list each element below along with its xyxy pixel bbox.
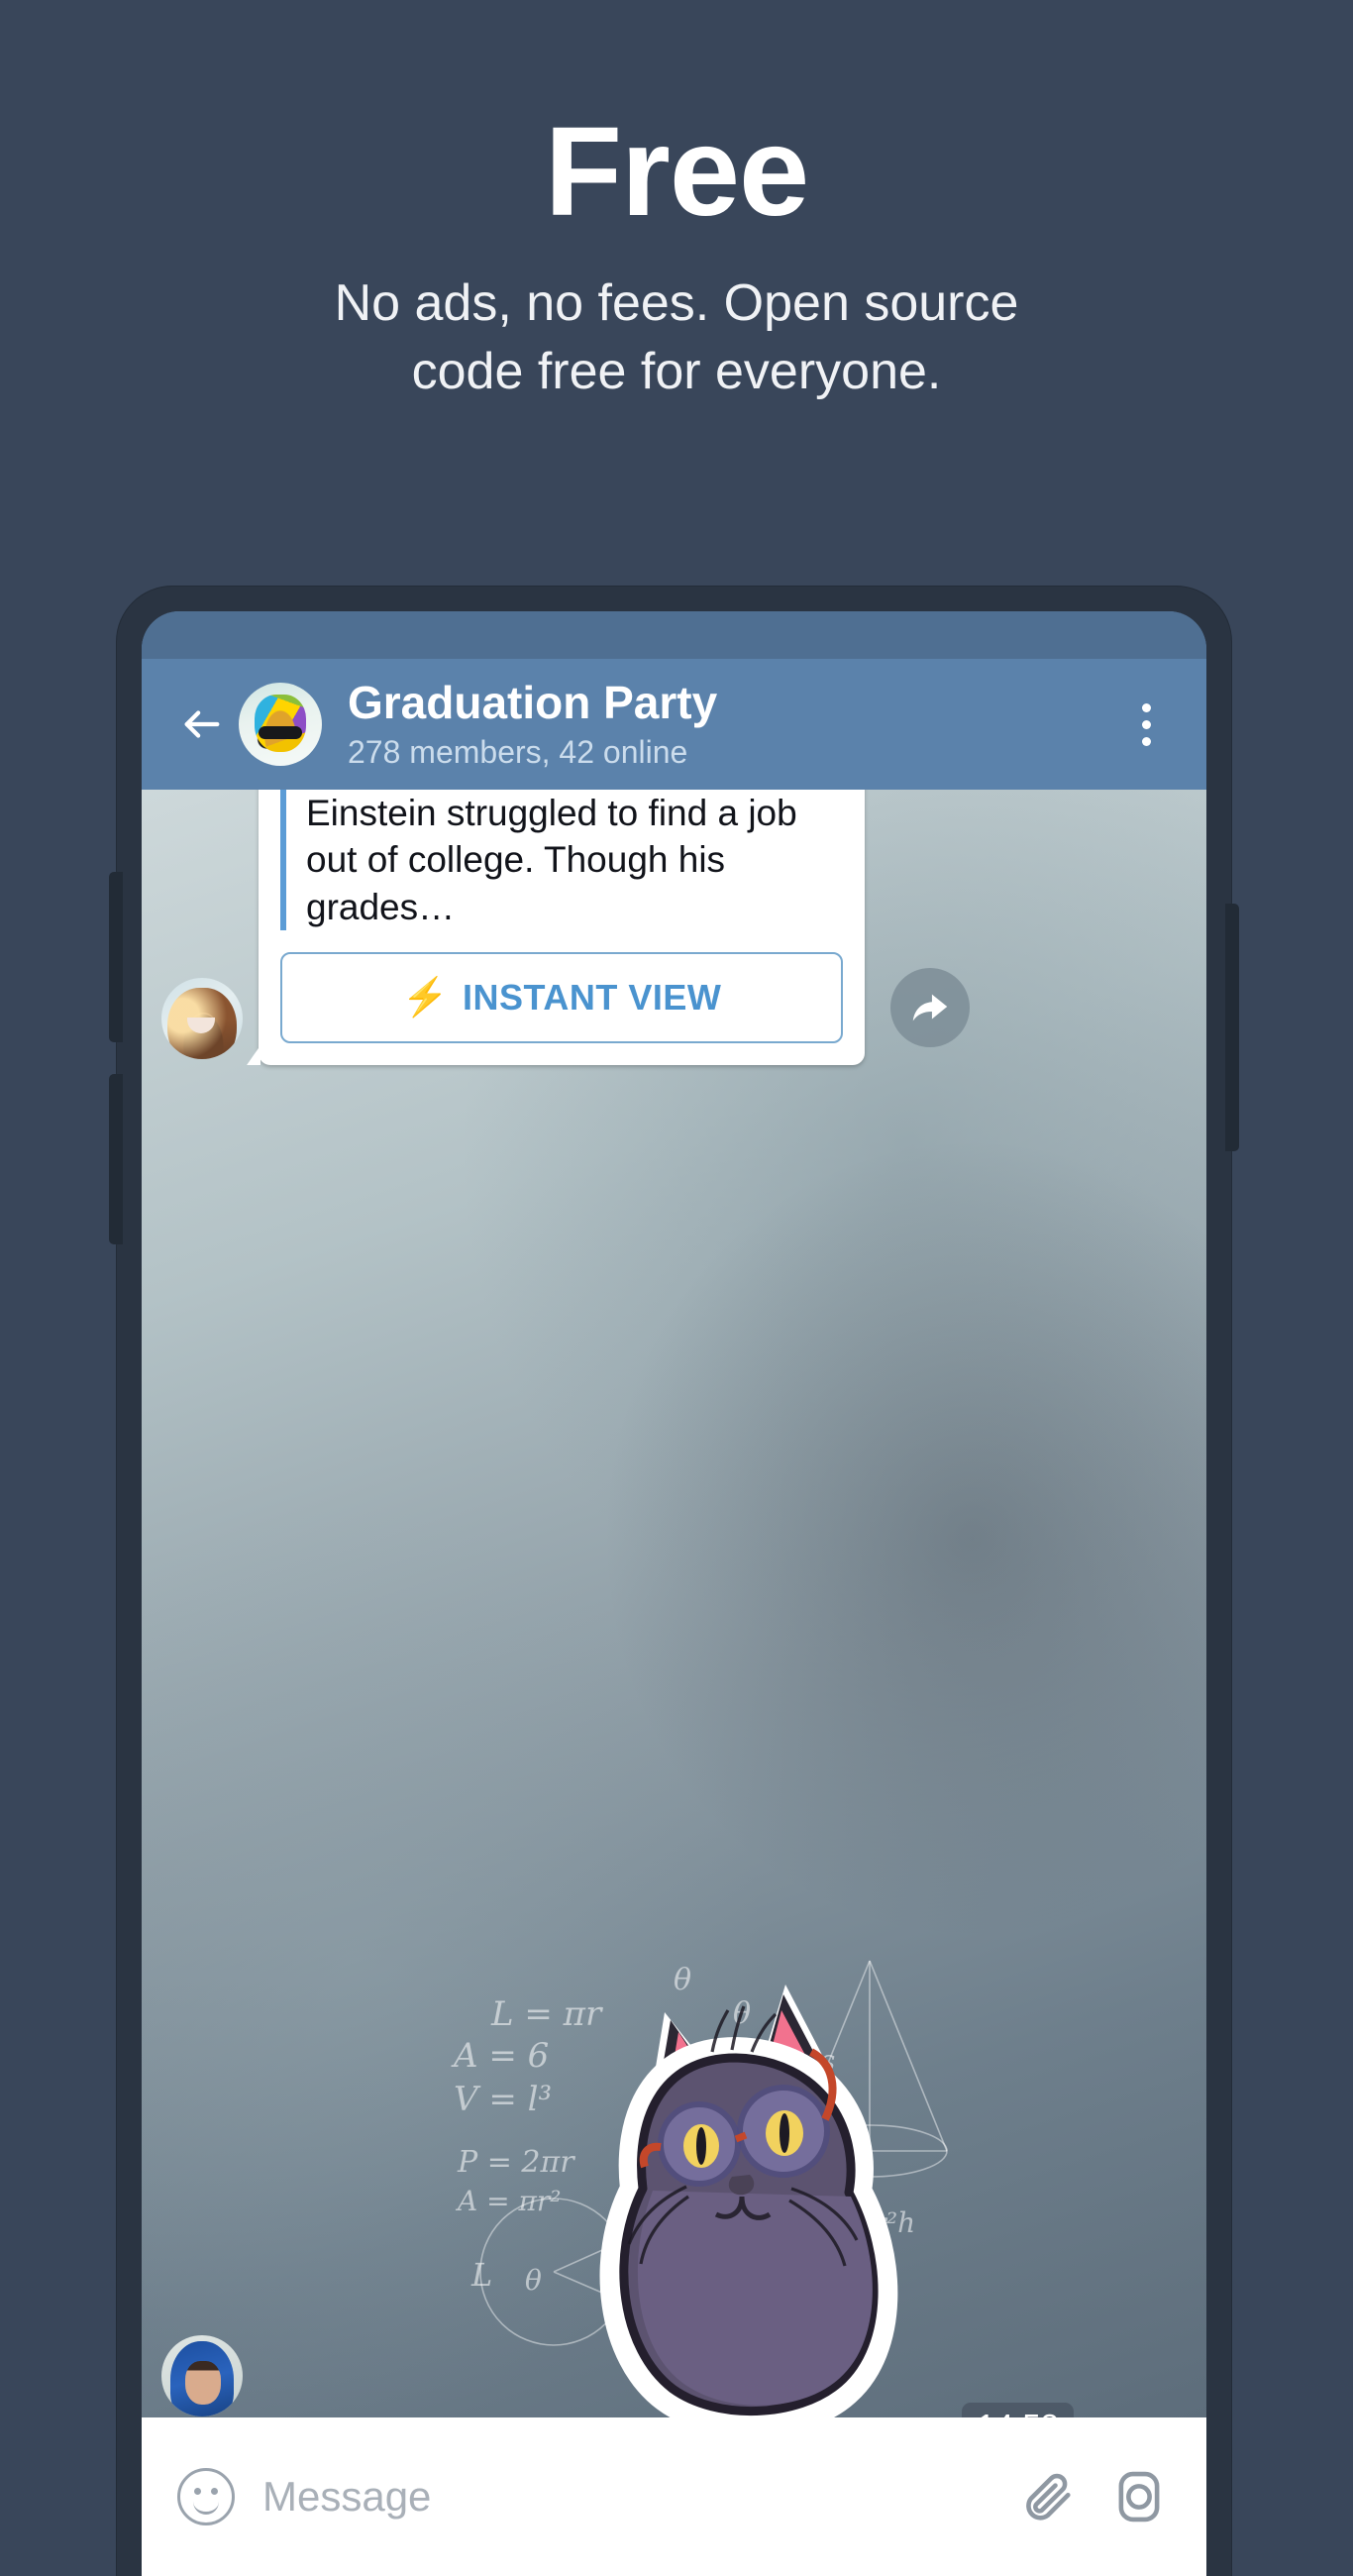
instant-view-label: INSTANT VIEW <box>463 977 722 1019</box>
attach-button[interactable] <box>1016 2465 1080 2528</box>
forward-arrow-icon <box>912 994 948 1021</box>
message-link-preview: Einstein struggled to find a job out of … <box>161 790 970 1066</box>
volume-up-button[interactable] <box>109 872 123 1042</box>
math-cat-sticker[interactable]: L = πr θ θ A = 6 V = l³ P = 2πr A = πr² … <box>454 1919 1074 2417</box>
volume-down-button[interactable] <box>109 1074 123 1244</box>
phone-mockup: Graduation Party 278 members, 42 online … <box>109 587 1239 2576</box>
chat-message-list[interactable]: Einstein struggled to find a job out of … <box>142 790 1206 2417</box>
link-preview-bubble[interactable]: Einstein struggled to find a job out of … <box>259 790 865 1066</box>
promo-subtitle-line-2: code free for everyone. <box>411 343 942 401</box>
cat-illustration-icon <box>599 1985 898 2417</box>
emoji-button[interactable] <box>177 2468 235 2525</box>
promo-header: Free No ads, no fees. Open source code f… <box>0 0 1353 406</box>
chat-header: Graduation Party 278 members, 42 online <box>142 659 1206 790</box>
back-button[interactable] <box>171 694 233 755</box>
instant-view-button[interactable]: ⚡ INSTANT VIEW <box>280 952 843 1044</box>
camera-button[interactable] <box>1107 2465 1171 2528</box>
camera-icon <box>1118 2471 1160 2522</box>
chat-menu-button[interactable] <box>1115 694 1177 755</box>
group-avatar[interactable] <box>239 683 322 766</box>
message-sticker <box>161 2335 243 2416</box>
lightning-bolt-icon: ⚡ <box>401 977 449 1020</box>
message-input-bar: Message <box>142 2417 1206 2576</box>
arrow-left-icon <box>184 710 220 738</box>
chat-status: 278 members, 42 online <box>348 733 688 770</box>
forward-button[interactable] <box>890 968 970 1048</box>
promo-title: Free <box>544 101 809 243</box>
sticker-timestamp: 14:58 <box>962 2403 1074 2417</box>
status-bar <box>142 611 1206 659</box>
avatar-smiling-woman[interactable] <box>161 978 243 1060</box>
chat-meta[interactable]: Graduation Party 278 members, 42 online <box>348 678 1115 771</box>
chat-title: Graduation Party <box>348 677 718 729</box>
promo-subtitle: No ads, no fees. Open source code free f… <box>0 269 1353 406</box>
promo-page: Free No ads, no fees. Open source code f… <box>0 0 1353 2576</box>
link-preview-quote: Einstein struggled to find a job out of … <box>280 790 843 931</box>
phone-screen: Graduation Party 278 members, 42 online … <box>142 611 1206 2576</box>
link-preview-text: Einstein struggled to find a job out of … <box>306 793 797 927</box>
promo-subtitle-line-1: No ads, no fees. Open source <box>334 274 1019 332</box>
power-button[interactable] <box>1225 904 1239 1151</box>
paperclip-icon <box>1026 2473 1071 2521</box>
message-input[interactable]: Message <box>262 2473 989 2521</box>
more-vertical-icon <box>1141 702 1151 712</box>
avatar-blue-hoodie[interactable] <box>161 2335 243 2416</box>
